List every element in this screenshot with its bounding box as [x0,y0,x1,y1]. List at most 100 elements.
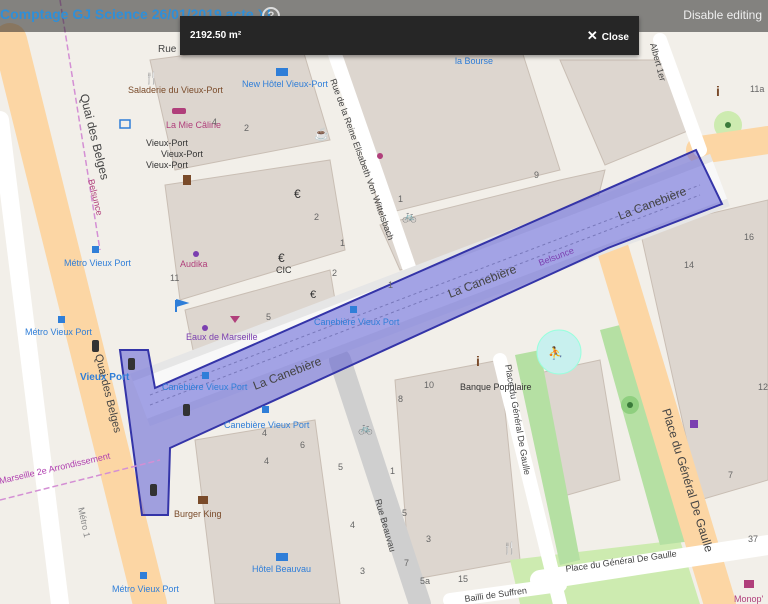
house-number: 5 [402,508,407,518]
poi-eaux-de-marseille: Eaux de Marseille [186,332,258,342]
house-number: 6 [300,440,305,450]
poi-vieux-port-1: Vieux-Port [146,138,188,148]
disable-editing-button[interactable]: Disable editing [683,8,762,22]
trash-icon [183,175,191,185]
house-number: 7 [728,470,733,480]
bakery-icon [172,108,186,114]
poi-banque-populaire: Banque Populaire [460,382,532,392]
svg-text:€: € [278,251,285,265]
poi-burger-king: Burger King [174,509,222,519]
house-number: 2 [244,123,249,133]
restaurant-icon: 🍴 [502,541,517,555]
house-number: 3 [360,566,365,576]
house-number: 1 [390,466,395,476]
house-number: 5a [420,576,430,586]
dot-marker [627,402,633,408]
house-number: 7 [404,558,409,568]
svg-text:🚲: 🚲 [358,421,373,435]
poi-saladerie: Saladerie du Vieux-Port [128,85,223,95]
car-icon [92,340,99,352]
house-number: 16 [744,232,754,242]
house-number: 12 [758,382,768,392]
house-number: 4 [264,456,269,466]
measure-area-value: 2192.50 m² [190,30,242,41]
car-icon [128,358,135,370]
dot-marker [725,122,731,128]
house-number: 1 [398,194,403,204]
bus-stop-icon [58,316,65,323]
car-icon [183,404,190,416]
house-number: 10 [424,380,434,390]
bicycle-icon: 🚲 [402,209,417,223]
vending-icon [690,420,698,428]
house-number: 4 [350,520,355,530]
hotel-icon [276,68,288,76]
bank-icon: € [310,289,316,301]
poi-vieux-port-3: Vieux-Port [146,160,188,170]
house-number: 15 [458,574,468,584]
close-button[interactable]: ✕ Close [587,28,629,44]
close-label: Close [601,32,629,43]
svg-text:€: € [310,289,316,301]
house-number: 8 [398,394,403,404]
bus-stop-icon [202,372,209,379]
poi-metro-vieux-port-2: Métro Vieux Port [25,327,92,337]
bank-icon: € [278,251,285,265]
house-number: 4 [212,117,217,127]
poi-cic: CIC [276,265,292,275]
shop-icon [744,580,754,588]
burger-icon [198,496,208,504]
house-number: 3 [426,534,431,544]
poi-hotel-beauvau: Hôtel Beauvau [252,564,311,574]
poi-new-hotel: New Hôtel Vieux-Port [242,79,328,89]
house-number: 11 [170,273,179,283]
svg-text:🚲: 🚲 [402,209,417,223]
poi-metro-vieux-port-1: Métro Vieux Port [64,258,131,268]
street-label-rue-top: Rue [158,44,177,55]
bicycle-icon: 🚲 [358,421,373,435]
cafe-icon: ☕ [314,126,329,141]
svg-text:i: i [716,83,720,99]
dot-marker [193,251,199,257]
poi-canebiere-vieux-port-2: Canebière Vieux Port [314,317,400,327]
poi-monop: Monop' [734,594,764,604]
house-number: 9 [534,170,539,180]
house-number: 5 [266,312,271,322]
bank-icon: € [294,187,301,201]
car-icon [150,484,157,496]
svg-text:⛹: ⛹ [548,345,563,360]
house-number: 14 [684,260,694,270]
info-icon: i [476,353,480,369]
house-number: 37 [748,534,758,544]
close-icon: ✕ [586,28,598,43]
restaurant-icon: 🍴 [144,71,159,85]
svg-text:☕: ☕ [314,126,329,141]
bus-stop-icon [262,406,269,413]
poi-la-bourse: la Bourse [455,56,493,66]
house-number: 11a [750,84,764,94]
house-number: 5 [338,462,343,472]
poi-vieux-port-2: Vieux-Port [161,149,203,159]
poi-audika: Audika [180,259,208,269]
dot-marker [202,325,208,331]
poi-metro-vieux-port-3: Métro Vieux Port [112,584,179,594]
dot-marker [377,153,383,159]
bus-stop-icon [350,306,357,313]
house-number: 1 [340,238,345,248]
hotel-icon [276,553,288,561]
measure-popup: 2192.50 m² ✕ Close [180,16,639,55]
bus-stop-icon [140,572,147,579]
poi-canebiere-vieux-port-1: Canebière Vieux Port [162,382,248,392]
house-number: 1 [388,280,393,290]
info-icon: i [716,83,720,99]
svg-text:i: i [476,353,480,369]
house-number: 4 [262,428,267,438]
house-number: 2 [332,268,337,278]
map-canvas[interactable]: Quai des Belges Quai des Belges La Caneb… [0,0,768,604]
bus-stop-icon [92,246,99,253]
svg-text:🍴: 🍴 [502,541,517,555]
svg-text:🍴: 🍴 [144,71,159,85]
poi-vieux-port-label: Vieux Port [80,372,130,383]
svg-text:€: € [294,187,301,201]
playground-icon: ⛹ [548,345,563,360]
